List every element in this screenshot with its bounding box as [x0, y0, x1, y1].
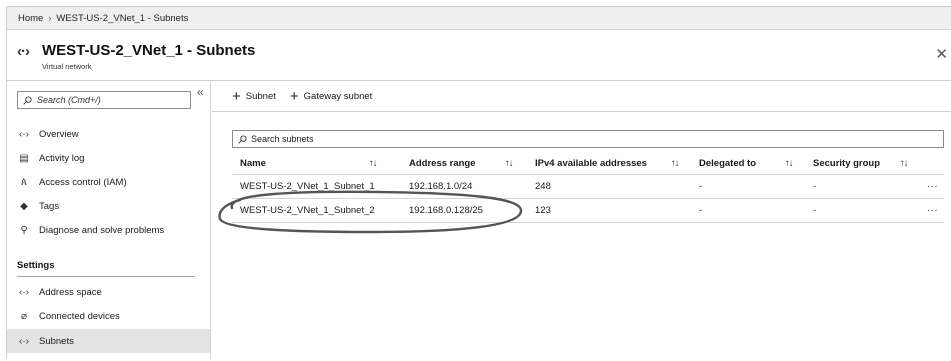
sidebar-item-label: Diagnose and solve problems	[39, 224, 165, 236]
breadcrumb-current: WEST-US-2_VNet_1 - Subnets	[56, 12, 189, 24]
settings-section-label: Settings	[17, 260, 55, 271]
subnet-delegated-to: -	[699, 205, 703, 216]
sidebar-item-diagnose[interactable]: ⚲ Diagnose and solve problems	[7, 218, 210, 242]
close-icon[interactable]: ✕	[935, 45, 948, 63]
sidebar-item-label: Access control (IAM)	[39, 176, 127, 188]
breadcrumb: Home › WEST-US-2_VNet_1 - Subnets	[7, 7, 951, 30]
sidebar-item-label: Address space	[39, 286, 102, 298]
collapse-menu-icon[interactable]: «	[197, 85, 204, 99]
sidebar-item-subnets[interactable]: ‹·› Subnets	[7, 329, 210, 353]
sort-icon[interactable]: ↑↓	[505, 152, 513, 174]
vnet-icon: ‹·›	[19, 335, 29, 347]
add-gateway-subnet-label: Gateway subnet	[303, 91, 373, 102]
plus-icon: +	[289, 88, 299, 105]
menu-search-placeholder: Search (Cmd+/)	[37, 95, 101, 105]
column-header-delegated-to[interactable]: Delegated to	[699, 152, 756, 174]
sidebar-item-connected-devices[interactable]: ⌀ Connected devices	[7, 304, 210, 328]
search-icon	[238, 134, 247, 144]
sidebar-item-label: Connected devices	[39, 310, 120, 322]
sidebar-item-activity-log[interactable]: ▤ Activity log	[7, 146, 210, 170]
people-icon: ጰ	[21, 176, 27, 188]
add-subnet-label: Subnet	[245, 91, 276, 102]
sidebar-item-label: Tags	[39, 200, 60, 212]
sort-icon[interactable]: ↑↓	[900, 152, 908, 174]
sidebar-item-address-space[interactable]: ‹·› Address space	[7, 280, 210, 304]
column-header-name[interactable]: Name	[240, 152, 266, 174]
subnet-address-range: 192.168.1.0/24	[409, 181, 473, 192]
page-title: WEST-US-2_VNet_1 - Subnets	[42, 42, 256, 59]
more-options-icon[interactable]: ···	[927, 175, 938, 198]
sort-icon[interactable]: ↑↓	[671, 152, 679, 174]
subnet-address-range: 192.168.0.128/25	[409, 205, 483, 216]
subnets-blade: + Subnet + Gateway subnet Search subnets…	[212, 82, 951, 359]
column-header-security-group[interactable]: Security group	[813, 152, 880, 174]
activity-log-icon: ▤	[19, 152, 29, 164]
breadcrumb-home-link[interactable]: Home	[18, 13, 43, 24]
subnet-security-group: -	[813, 181, 817, 192]
resource-menu: Search (Cmd+/) « ‹·› Overview ▤ Activity…	[7, 82, 211, 359]
sidebar-item-label: Activity log	[39, 152, 85, 164]
subnets-table: Name ↑↓ Address range ↑↓ IPv4 available …	[232, 152, 944, 223]
sidebar-item-tags[interactable]: ◆ Tags	[7, 194, 210, 218]
page-subtitle: Virtual network	[42, 62, 92, 71]
vnet-icon: ‹·›	[19, 286, 29, 298]
settings-divider	[17, 276, 195, 277]
breadcrumb-separator: ›	[48, 13, 52, 23]
table-row[interactable]: WEST-US-2_VNet_1_Subnet_2 192.168.0.128/…	[232, 199, 944, 223]
subnet-ipv4-available: 123	[535, 205, 551, 216]
vnet-icon: ‹·›	[17, 43, 30, 60]
search-icon	[23, 95, 32, 105]
subnet-name[interactable]: WEST-US-2_VNet_1_Subnet_2	[240, 199, 375, 222]
sort-icon[interactable]: ↑↓	[785, 152, 793, 174]
sidebar-item-label: Subnets	[39, 335, 74, 347]
subnet-ipv4-available: 248	[535, 181, 551, 192]
table-header-row: Name ↑↓ Address range ↑↓ IPv4 available …	[232, 152, 944, 175]
plus-icon: +	[232, 88, 241, 105]
add-gateway-subnet-button[interactable]: + Gateway subnet	[290, 89, 372, 104]
subnet-name[interactable]: WEST-US-2_VNet_1_Subnet_1	[240, 175, 375, 198]
column-header-address-range[interactable]: Address range	[409, 152, 476, 174]
command-bar: + Subnet + Gateway subnet	[212, 82, 951, 112]
tag-icon: ◆	[20, 200, 28, 212]
sort-icon[interactable]: ↑↓	[369, 152, 377, 174]
add-subnet-button[interactable]: + Subnet	[232, 89, 276, 104]
menu-search-input[interactable]: Search (Cmd+/)	[17, 91, 191, 109]
sidebar-item-label: Overview	[39, 128, 79, 140]
wrench-icon: ⚲	[20, 224, 28, 236]
portal-frame: Home › WEST-US-2_VNet_1 - Subnets ‹·› WE…	[6, 6, 951, 359]
more-options-icon[interactable]: ···	[927, 199, 938, 222]
table-row[interactable]: WEST-US-2_VNet_1_Subnet_1 192.168.1.0/24…	[232, 175, 944, 199]
column-header-ipv4-available[interactable]: IPv4 available addresses	[535, 152, 647, 174]
subnet-delegated-to: -	[699, 181, 703, 192]
sidebar-item-access-control[interactable]: ጰ Access control (IAM)	[7, 170, 210, 194]
vnet-icon: ‹·›	[19, 128, 29, 140]
plug-icon: ⌀	[20, 310, 28, 322]
subnet-search-input[interactable]: Search subnets	[232, 130, 944, 148]
subnet-security-group: -	[813, 205, 817, 216]
blade-header: ‹·› WEST-US-2_VNet_1 - Subnets Virtual n…	[7, 31, 951, 81]
subnet-search-placeholder: Search subnets	[251, 134, 314, 144]
sidebar-item-overview[interactable]: ‹·› Overview	[7, 122, 210, 146]
